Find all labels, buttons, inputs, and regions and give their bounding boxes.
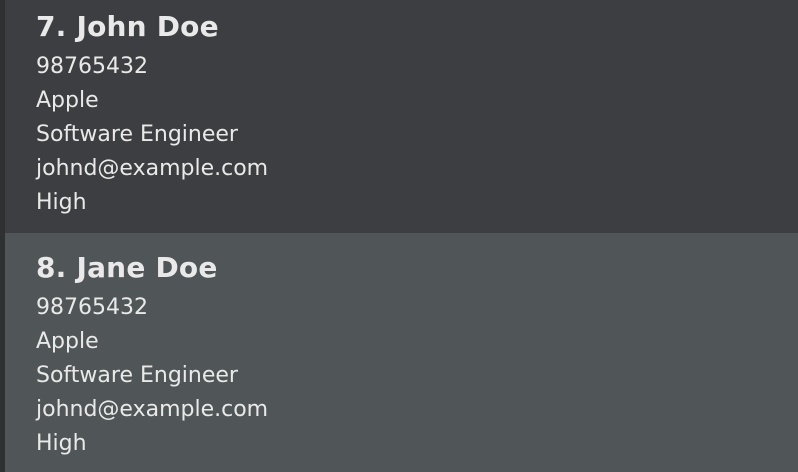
- contact-priority: High: [36, 190, 87, 215]
- contact-card[interactable]: 7. John Doe 98765432 Apple Software Engi…: [5, 0, 798, 233]
- contact-name: 7. John Doe: [36, 10, 219, 43]
- contact-company: Apple: [36, 88, 99, 113]
- contact-email: johnd@example.com: [36, 156, 269, 181]
- contact-phone: 98765432: [36, 295, 148, 320]
- contact-email: johnd@example.com: [36, 397, 269, 422]
- contact-role: Software Engineer: [36, 363, 238, 388]
- contact-priority: High: [36, 431, 87, 456]
- contact-company: Apple: [36, 329, 99, 354]
- contact-name: 8. Jane Doe: [36, 251, 218, 284]
- contact-phone: 98765432: [36, 54, 148, 79]
- contact-card-selected[interactable]: 8. Jane Doe 98765432 Apple Software Engi…: [5, 233, 798, 472]
- contact-role: Software Engineer: [36, 122, 238, 147]
- contact-list: 7. John Doe 98765432 Apple Software Engi…: [0, 0, 798, 472]
- contact-fields: 98765432 Apple Software Engineer johnd@e…: [36, 291, 798, 461]
- contact-fields: 98765432 Apple Software Engineer johnd@e…: [36, 50, 798, 220]
